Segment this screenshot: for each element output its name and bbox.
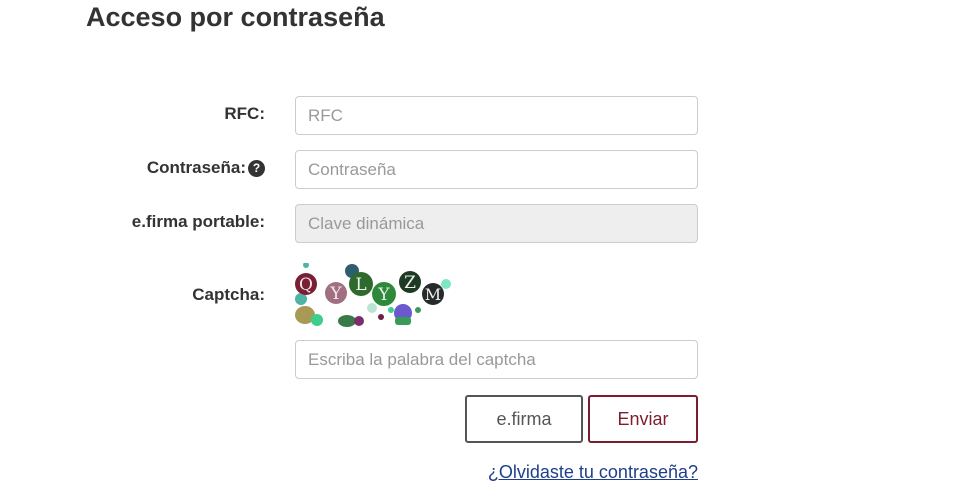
captcha-image: Q Y L Y Z M: [295, 263, 451, 327]
password-label-group: Contraseña:?: [147, 158, 265, 178]
captcha-noise: [378, 314, 384, 320]
captcha-noise: [338, 315, 356, 327]
password-input[interactable]: [295, 150, 698, 189]
question-circle-icon[interactable]: ?: [248, 160, 265, 177]
captcha-noise: [311, 314, 323, 326]
efirma-portable-label: e.firma portable:: [131, 212, 265, 231]
svg-text:M: M: [425, 285, 441, 304]
submit-button[interactable]: Enviar: [588, 395, 698, 443]
captcha-label: Captcha:: [192, 285, 265, 304]
captcha-noise: [395, 317, 411, 325]
svg-text:Q: Q: [299, 275, 313, 295]
svg-text:L: L: [355, 275, 366, 295]
rfc-input[interactable]: [295, 96, 698, 135]
captcha-letter: Y: [325, 282, 347, 304]
captcha-noise: [415, 307, 421, 313]
captcha-input[interactable]: [295, 340, 698, 379]
captcha-noise: [388, 307, 394, 313]
captcha-letter: Q: [295, 273, 317, 295]
svg-text:Y: Y: [329, 284, 342, 304]
svg-text:Y: Y: [377, 285, 390, 305]
captcha-letter: Z: [399, 271, 421, 293]
rfc-label: RFC:: [224, 104, 265, 123]
captcha-letter: L: [349, 272, 373, 296]
captcha-noise: [441, 279, 451, 289]
dynamic-key-input: [295, 204, 698, 243]
page-title: Acceso por contraseña: [86, 2, 385, 32]
password-label: Contraseña:: [146, 158, 246, 177]
forgot-password-link[interactable]: ¿Olvidaste tu contraseña?: [488, 462, 698, 483]
login-page: Acceso por contraseña RFC: Contraseña:? …: [0, 0, 961, 490]
captcha-letter: M: [422, 283, 444, 305]
captcha-noise: [354, 316, 364, 326]
captcha-letter: Y: [372, 282, 396, 306]
svg-text:Z: Z: [404, 273, 416, 293]
efirma-button[interactable]: e.firma: [465, 395, 583, 443]
captcha-noise: [367, 303, 377, 313]
captcha-noise: [303, 263, 309, 268]
